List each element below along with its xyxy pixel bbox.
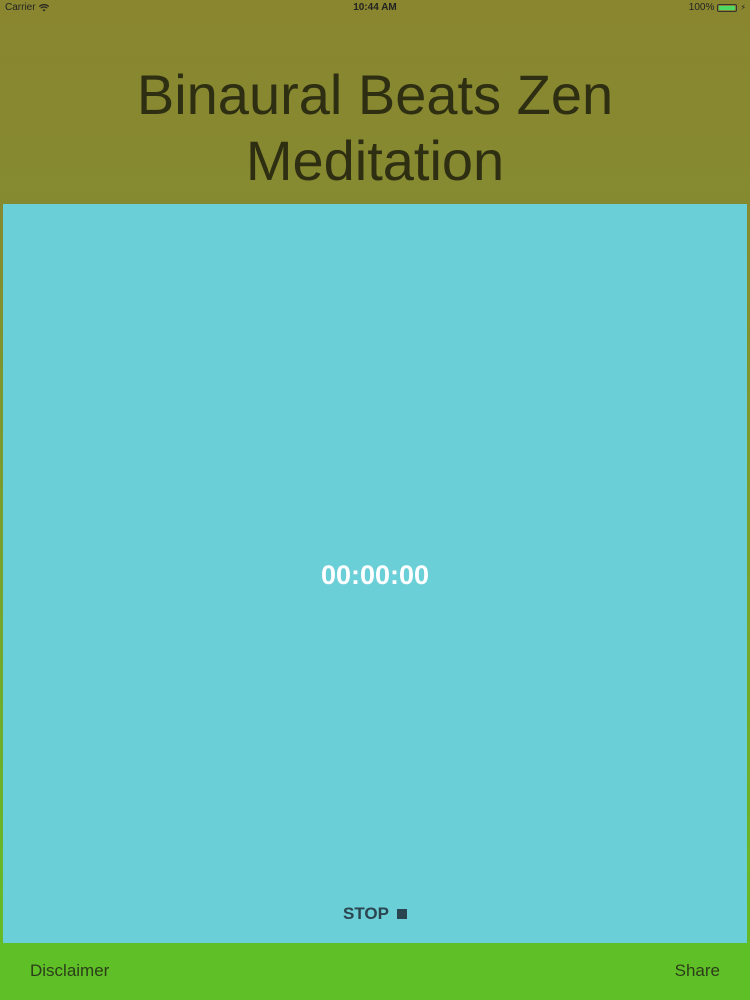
- battery-percent: 100%: [688, 2, 715, 13]
- status-battery: 100% ⚡: [689, 2, 746, 13]
- share-button[interactable]: Share: [675, 961, 720, 981]
- status-time: 10:44 AM: [353, 2, 397, 13]
- player-panel: 00:00:00 STOP: [3, 204, 747, 943]
- status-bar: Carrier 10:44 AM 100% ⚡: [0, 0, 750, 16]
- stop-button[interactable]: STOP: [3, 904, 747, 924]
- stop-label: STOP: [343, 904, 389, 923]
- timer-display: 00:00:00: [320, 560, 430, 590]
- stop-icon: [396, 909, 407, 919]
- disclaimer-button[interactable]: Disclaimer: [30, 961, 109, 981]
- title-line-1: Binaural Beats Zen: [136, 63, 614, 126]
- title-line-2: Meditation: [245, 129, 505, 192]
- bottom-bar: Disclaimer Share: [0, 943, 750, 1000]
- battery-icon: [717, 3, 738, 12]
- page-title: Binaural Beats Zen Meditation: [0, 62, 750, 194]
- charging-icon: ⚡: [740, 2, 746, 12]
